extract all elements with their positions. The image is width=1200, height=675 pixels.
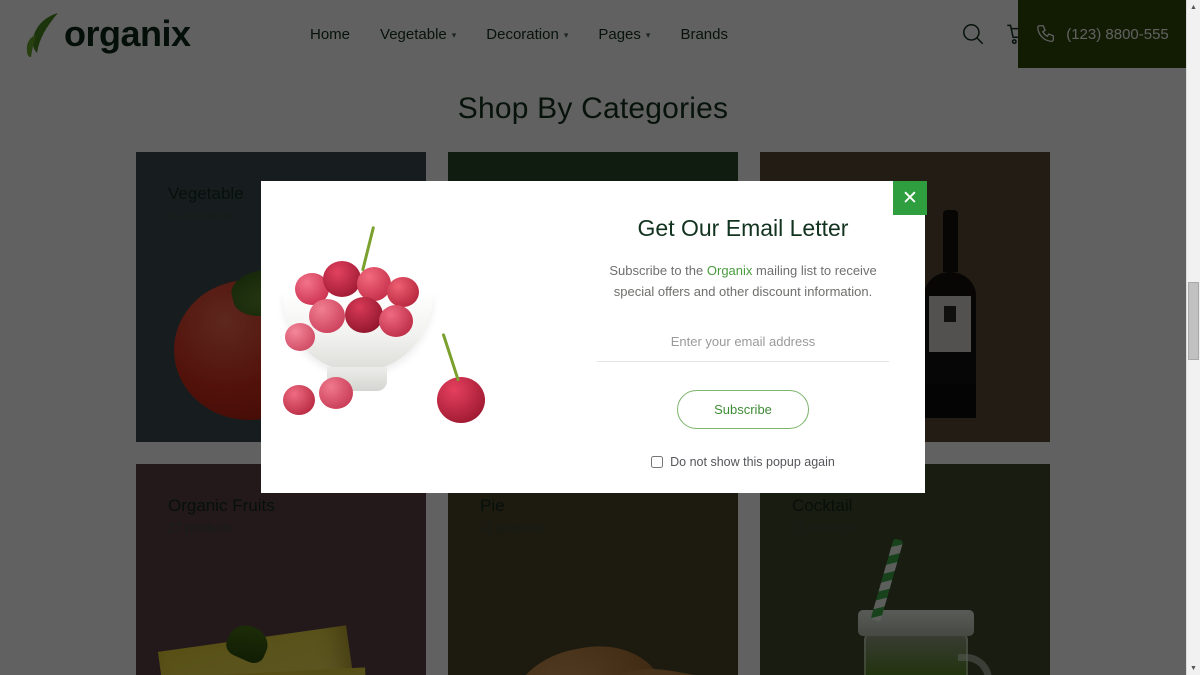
- newsletter-form: Get Our Email Letter Subscribe to the Or…: [561, 181, 925, 493]
- desc-part-1: Subscribe to the: [609, 263, 707, 278]
- newsletter-modal: Get Our Email Letter Subscribe to the Or…: [261, 181, 925, 493]
- page-root: organix Home Vegetable ▾ Decoration ▾ Pa…: [0, 0, 1200, 675]
- close-icon[interactable]: ✕: [893, 181, 927, 215]
- scroll-down-arrow-icon[interactable]: ▼: [1187, 661, 1200, 675]
- brand-name: Organix: [706, 263, 753, 278]
- email-field-wrapper: [597, 333, 889, 362]
- scroll-up-arrow-icon[interactable]: ▲: [1187, 0, 1200, 14]
- subscribe-button[interactable]: Subscribe: [677, 389, 809, 429]
- do-not-show-checkbox[interactable]: [651, 455, 664, 468]
- modal-description: Subscribe to the Organix mailing list to…: [597, 260, 889, 303]
- do-not-show-label: Do not show this popup again: [670, 454, 835, 469]
- berry-bowl-image: [261, 181, 561, 493]
- email-input[interactable]: [597, 333, 889, 349]
- scrollbar-thumb[interactable]: [1188, 282, 1199, 360]
- modal-title: Get Our Email Letter: [637, 215, 849, 241]
- do-not-show-row: Do not show this popup again: [597, 455, 889, 469]
- scrollbar[interactable]: ▲ ▼: [1186, 0, 1200, 675]
